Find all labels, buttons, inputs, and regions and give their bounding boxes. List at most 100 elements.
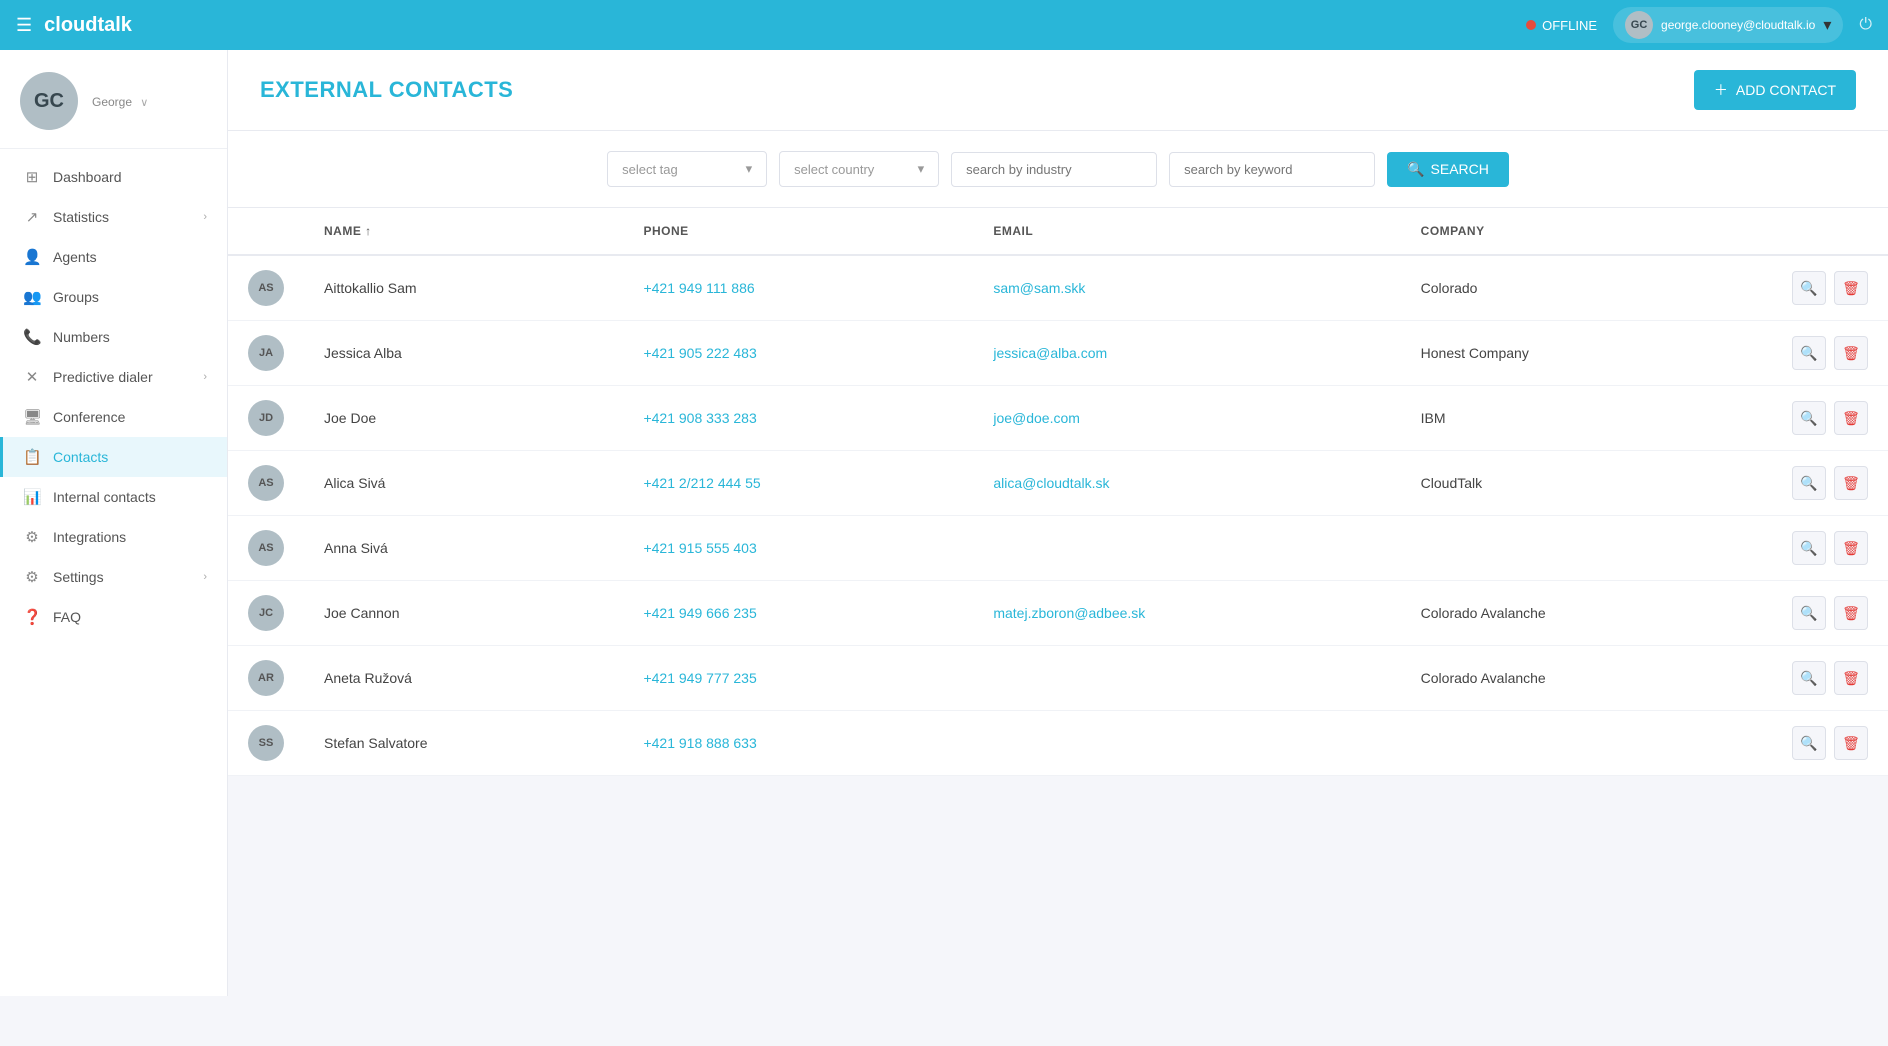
contact-email[interactable] xyxy=(973,516,1400,581)
sidebar-item-label: Dashboard xyxy=(53,169,122,185)
col-actions xyxy=(1768,208,1888,255)
power-icon[interactable]: ⏻ xyxy=(1859,16,1872,34)
contact-actions: 🔍 🗑 xyxy=(1768,711,1888,776)
contact-avatar-cell: AS xyxy=(228,451,304,516)
avatar: SS xyxy=(248,725,284,761)
contact-phone[interactable]: +421 949 666 235 xyxy=(623,581,973,646)
delete-contact-button[interactable]: 🗑 xyxy=(1834,401,1868,435)
search-keyword-input[interactable] xyxy=(1169,152,1375,187)
delete-contact-button[interactable]: 🗑 xyxy=(1834,661,1868,695)
view-contact-button[interactable]: 🔍 xyxy=(1792,336,1826,370)
contact-phone[interactable]: +421 905 222 483 xyxy=(623,321,973,386)
search-industry-input[interactable] xyxy=(951,152,1157,187)
avatar: GC xyxy=(20,72,78,130)
contact-email[interactable] xyxy=(973,711,1400,776)
avatar: AR xyxy=(248,660,284,696)
contact-actions: 🔍 🗑 xyxy=(1768,386,1888,451)
select-country-dropdown[interactable]: select country ▾ xyxy=(779,151,939,187)
dashboard-icon: ⊞ xyxy=(23,168,41,186)
select-tag-dropdown[interactable]: select tag ▾ xyxy=(607,151,767,187)
avatar: GC xyxy=(1625,11,1653,39)
delete-contact-button[interactable]: 🗑 xyxy=(1834,726,1868,760)
sidebar-item-predictive-dialer[interactable]: ✕ Predictive dialer › xyxy=(0,357,227,397)
chevron-right-icon: › xyxy=(203,211,207,223)
delete-contact-button[interactable]: 🗑 xyxy=(1834,336,1868,370)
sidebar: GC George ∨ ⊞ Dashboard ↗ Statistics › 👤… xyxy=(0,50,228,996)
contact-phone[interactable]: +421 2/212 444 55 xyxy=(623,451,973,516)
sidebar-item-agents[interactable]: 👤 Agents xyxy=(0,237,227,277)
sidebar-item-groups[interactable]: 👥 Groups xyxy=(0,277,227,317)
view-contact-button[interactable]: 🔍 xyxy=(1792,531,1826,565)
view-contact-button[interactable]: 🔍 xyxy=(1792,466,1826,500)
contact-company xyxy=(1401,516,1768,581)
contact-email[interactable]: alica@cloudtalk.sk xyxy=(973,451,1400,516)
internal-contacts-icon: 📊 xyxy=(23,488,41,506)
contact-phone[interactable]: +421 915 555 403 xyxy=(623,516,973,581)
sidebar-item-numbers[interactable]: 📞 Numbers xyxy=(0,317,227,357)
view-contact-button[interactable]: 🔍 xyxy=(1792,596,1826,630)
view-contact-button[interactable]: 🔍 xyxy=(1792,271,1826,305)
contact-company: Colorado Avalanche xyxy=(1401,646,1768,711)
username-button[interactable]: George ∨ xyxy=(92,93,148,110)
add-contact-button[interactable]: ＋ ADD CONTACT xyxy=(1694,70,1856,110)
delete-contact-button[interactable]: 🗑 xyxy=(1834,531,1868,565)
integrations-icon: ⚙ xyxy=(23,528,41,546)
user-email: george.clooney@cloudtalk.io xyxy=(1661,18,1815,32)
contact-email[interactable]: sam@sam.skk xyxy=(973,255,1400,321)
delete-contact-button[interactable]: 🗑 xyxy=(1834,596,1868,630)
sidebar-item-label: Predictive dialer xyxy=(53,369,153,385)
contact-actions: 🔍 🗑 xyxy=(1768,451,1888,516)
contact-avatar-cell: AS xyxy=(228,255,304,321)
sidebar-item-label: Contacts xyxy=(53,449,108,465)
view-contact-button[interactable]: 🔍 xyxy=(1792,661,1826,695)
sidebar-item-label: Agents xyxy=(53,249,97,265)
contact-company: CloudTalk xyxy=(1401,451,1768,516)
contact-actions: 🔍 🗑 xyxy=(1768,321,1888,386)
contact-phone[interactable]: +421 949 111 886 xyxy=(623,255,973,321)
offline-dot-icon xyxy=(1526,20,1536,30)
contact-avatar-cell: AS xyxy=(228,516,304,581)
sidebar-item-label: Numbers xyxy=(53,329,110,345)
col-phone: PHONE xyxy=(623,208,973,255)
main-content: EXTERNAL CONTACTS ＋ ADD CONTACT select t… xyxy=(228,50,1888,996)
main-header: EXTERNAL CONTACTS ＋ ADD CONTACT xyxy=(228,50,1888,131)
contact-phone[interactable]: +421 918 888 633 xyxy=(623,711,973,776)
contact-name: Anna Sivá xyxy=(304,516,623,581)
user-menu[interactable]: GC george.clooney@cloudtalk.io ▾ xyxy=(1613,7,1843,43)
search-button[interactable]: 🔍 SEARCH xyxy=(1387,152,1509,187)
table-row: JC Joe Cannon +421 949 666 235 matej.zbo… xyxy=(228,581,1888,646)
table-row: AR Aneta Ružová +421 949 777 235 Colorad… xyxy=(228,646,1888,711)
top-navigation: ☰ cloudtalk OFFLINE GC george.clooney@cl… xyxy=(0,0,1888,50)
contact-avatar-cell: AR xyxy=(228,646,304,711)
sidebar-item-dashboard[interactable]: ⊞ Dashboard xyxy=(0,157,227,197)
contact-company: IBM xyxy=(1401,386,1768,451)
contact-email[interactable]: matej.zboron@adbee.sk xyxy=(973,581,1400,646)
app-logo: cloudtalk xyxy=(44,14,1526,37)
sidebar-item-faq[interactable]: ❓ FAQ xyxy=(0,597,227,637)
contact-phone[interactable]: +421 949 777 235 xyxy=(623,646,973,711)
avatar: JC xyxy=(248,595,284,631)
predictive-dialer-icon: ✕ xyxy=(23,368,41,386)
contact-email[interactable]: joe@doe.com xyxy=(973,386,1400,451)
view-contact-button[interactable]: 🔍 xyxy=(1792,726,1826,760)
sidebar-item-settings[interactable]: ⚙ Settings › xyxy=(0,557,227,597)
table-header-row: NAME ↑ PHONE EMAIL COMPANY xyxy=(228,208,1888,255)
delete-contact-button[interactable]: 🗑 xyxy=(1834,271,1868,305)
contact-company: Honest Company xyxy=(1401,321,1768,386)
view-contact-button[interactable]: 🔍 xyxy=(1792,401,1826,435)
col-name[interactable]: NAME ↑ xyxy=(304,208,623,255)
table-row: AS Alica Sivá +421 2/212 444 55 alica@cl… xyxy=(228,451,1888,516)
sidebar-item-conference[interactable]: 🖥 Conference xyxy=(0,397,227,437)
contact-actions: 🔍 🗑 xyxy=(1768,581,1888,646)
contact-avatar-cell: SS xyxy=(228,711,304,776)
contact-phone[interactable]: +421 908 333 283 xyxy=(623,386,973,451)
contact-email[interactable] xyxy=(973,646,1400,711)
sidebar-item-integrations[interactable]: ⚙ Integrations xyxy=(0,517,227,557)
delete-contact-button[interactable]: 🗑 xyxy=(1834,466,1868,500)
sidebar-item-contacts[interactable]: 📋 Contacts xyxy=(0,437,227,477)
sidebar-item-internal-contacts[interactable]: 📊 Internal contacts xyxy=(0,477,227,517)
hamburger-icon[interactable]: ☰ xyxy=(16,15,32,36)
contact-email[interactable]: jessica@alba.com xyxy=(973,321,1400,386)
chevron-down-icon: ▾ xyxy=(1823,15,1831,35)
sidebar-item-statistics[interactable]: ↗ Statistics › xyxy=(0,197,227,237)
